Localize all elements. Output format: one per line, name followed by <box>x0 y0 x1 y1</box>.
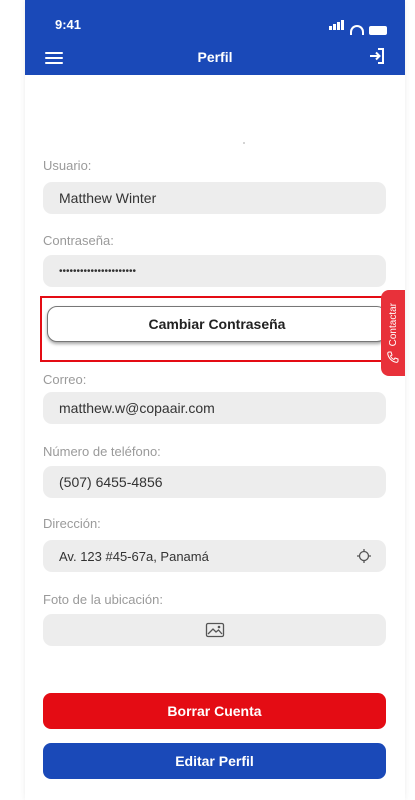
phone-label: Número de teléfono: <box>43 444 161 459</box>
phone-field[interactable]: (507) 6455-4856 <box>43 466 386 498</box>
decorative-dot <box>243 142 245 144</box>
password-label: Contraseña: <box>43 233 114 248</box>
location-photo-field[interactable] <box>43 614 386 646</box>
location-target-icon[interactable] <box>356 548 372 564</box>
address-value: Av. 123 #45-67a, Panamá <box>59 548 209 564</box>
delete-account-button[interactable]: Borrar Cuenta <box>43 693 386 729</box>
password-field[interactable]: •••••••••••••••••••••• <box>43 255 386 287</box>
username-label: Usuario: <box>43 158 92 173</box>
address-field[interactable]: Av. 123 #45-67a, Panamá <box>43 540 386 572</box>
battery-icon <box>369 26 387 35</box>
logout-icon[interactable] <box>367 46 387 71</box>
email-label: Correo: <box>43 372 87 387</box>
phone-screen: 9:41 Perfil Usuario: Matthew Winter Cont… <box>25 0 405 800</box>
address-label: Dirección: <box>43 516 101 531</box>
image-icon <box>205 622 224 638</box>
change-password-button[interactable]: Cambiar Contraseña <box>47 306 387 342</box>
signal-icon <box>329 17 345 35</box>
edit-profile-button[interactable]: Editar Perfil <box>43 743 386 779</box>
page-title: Perfil <box>197 49 233 65</box>
wifi-icon <box>350 25 364 35</box>
change-password-highlight: Cambiar Contraseña <box>40 296 392 362</box>
contact-side-tab[interactable]: Contactar <box>381 290 405 376</box>
email-field[interactable]: matthew.w@copaair.com <box>43 392 386 424</box>
app-header: 9:41 Perfil <box>25 0 405 75</box>
status-time: 9:41 <box>55 17 82 32</box>
contact-tab-label: Contactar <box>387 303 399 347</box>
phone-icon <box>387 351 399 363</box>
location-photo-label: Foto de la ubicación: <box>43 592 163 607</box>
username-field[interactable]: Matthew Winter <box>43 182 386 214</box>
status-icons <box>329 17 387 35</box>
